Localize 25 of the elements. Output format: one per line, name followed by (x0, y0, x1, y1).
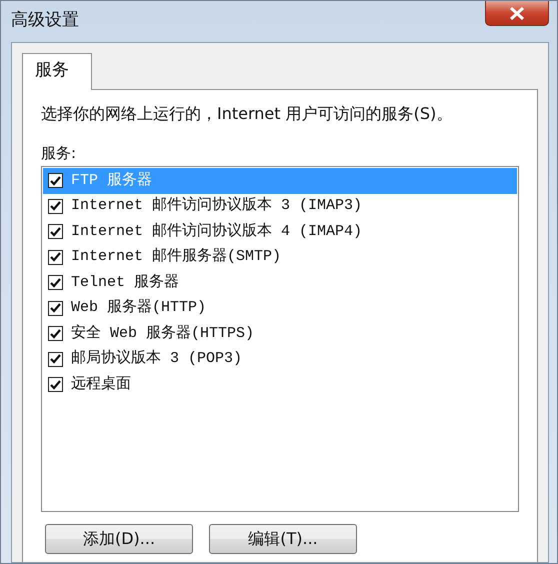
checkbox[interactable] (48, 275, 63, 290)
close-button[interactable] (485, 1, 549, 26)
service-item[interactable]: 安全 Web 服务器(HTTPS) (43, 321, 517, 346)
dialog-button[interactable]: 添加(D)... (45, 524, 193, 554)
checkbox[interactable] (48, 224, 63, 240)
checkbox[interactable] (48, 173, 63, 188)
service-item[interactable]: Telnet 服务器 (43, 270, 517, 296)
services-label: 服务: (41, 142, 78, 164)
service-item[interactable]: 远程桌面 (43, 372, 517, 398)
service-item[interactable]: Internet 邮件访问协议版本 4 (IMAP4) (43, 219, 517, 244)
checkbox[interactable] (48, 300, 63, 316)
window-title: 高级设置 (11, 9, 79, 32)
service-item[interactable]: Web 服务器(HTTP) (43, 296, 517, 321)
checkbox[interactable] (48, 198, 63, 214)
service-item[interactable]: Internet 邮件访问协议版本 3 (IMAP3) (43, 194, 517, 219)
checkbox[interactable] (48, 377, 63, 392)
checkbox[interactable] (48, 326, 63, 342)
service-item[interactable]: 邮局协议版本 3 (POP3) (43, 346, 517, 372)
close-icon (509, 6, 525, 20)
checkbox[interactable] (48, 250, 63, 265)
tab[interactable]: 服务 (22, 53, 92, 90)
dialog-button[interactable]: 编辑(T)... (209, 524, 357, 554)
checkbox[interactable] (48, 352, 63, 367)
service-item[interactable]: Internet 邮件服务器(SMTP) (43, 244, 517, 270)
description-text: 选择你的网络上运行的，Internet 用户可访问的服务(S)。 (41, 102, 454, 124)
